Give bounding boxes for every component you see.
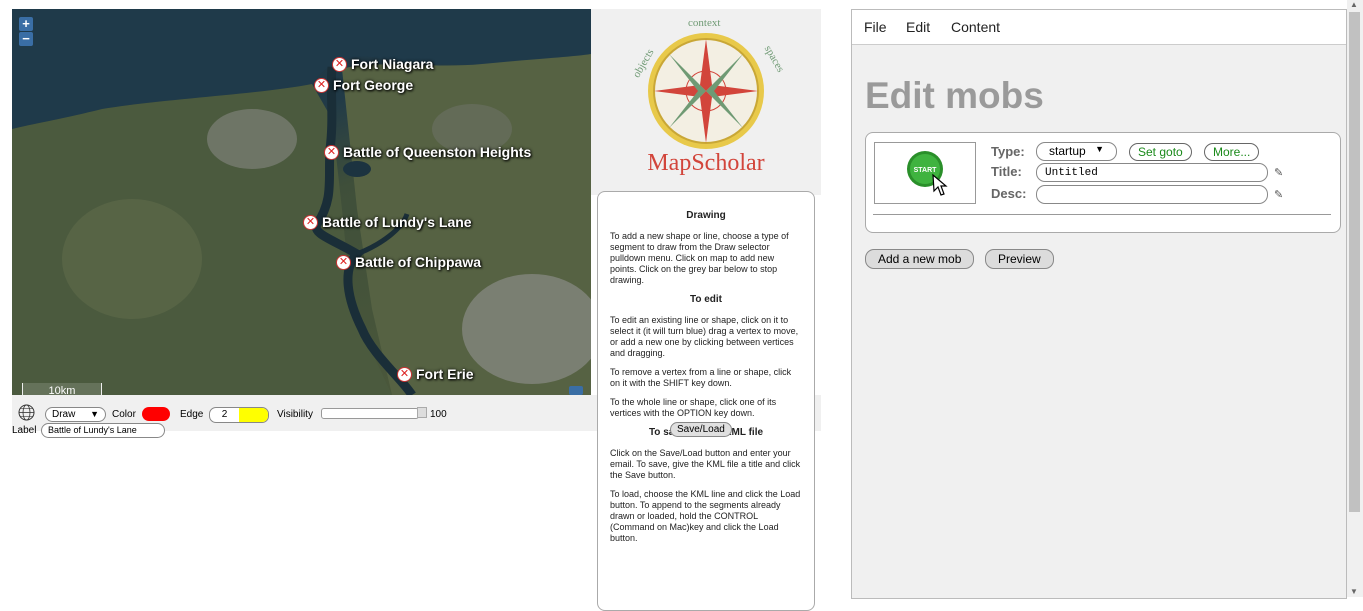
add-mob-button[interactable]: Add a new mob — [865, 249, 975, 269]
save-load-button[interactable]: Save/Load — [670, 422, 732, 437]
marker-label: Battle of Lundy's Lane — [322, 214, 472, 230]
marker-label: Fort Niagara — [351, 56, 434, 72]
zoom-out-button[interactable]: − — [19, 32, 33, 46]
scale-bar: 10km — [22, 383, 102, 395]
page-title: Edit mobs — [865, 75, 1044, 116]
more-button[interactable]: More... — [1204, 143, 1260, 161]
desc-label: Desc: — [991, 186, 1027, 201]
scroll-down-arrow-icon[interactable]: ▼ — [1350, 587, 1358, 596]
draw-select[interactable]: Draw ▼ — [45, 407, 106, 422]
visibility-value: 100 — [430, 409, 447, 420]
desc-edit-pencil-icon[interactable]: ✎ — [1274, 188, 1283, 201]
help-panel: Drawing To add a new shape or line, choo… — [597, 191, 815, 611]
draw-select-value: Draw — [52, 409, 76, 420]
label-label: Label — [12, 425, 37, 436]
marker-icon: ✕ — [397, 366, 412, 382]
visibility-slider[interactable] — [321, 408, 419, 419]
color-label: Color — [112, 409, 136, 420]
mob-thumbnail[interactable]: START — [874, 142, 976, 204]
title-edit-pencil-icon[interactable]: ✎ — [1274, 166, 1283, 179]
map-marker[interactable]: ✕ Battle of Lundy's Lane — [303, 214, 472, 230]
help-load-text: To load, choose the KML line and click t… — [610, 489, 801, 543]
edge-label: Edge — [180, 409, 204, 420]
map-view[interactable]: + − ✕ Fort Niagara ✕ Fort George ✕ Battl… — [12, 9, 591, 395]
help-drawing-text: To add a new shape or line, choose a typ… — [610, 231, 789, 285]
map-marker[interactable]: ✕ Fort George — [314, 77, 413, 93]
globe-icon[interactable] — [18, 404, 35, 421]
logo-word-top: context — [688, 17, 720, 29]
edge-color-swatch[interactable] — [239, 408, 268, 422]
marker-icon: ✕ — [324, 144, 339, 160]
menu-content[interactable]: Content — [951, 19, 1000, 35]
help-drawing-title: Drawing — [686, 210, 726, 221]
type-select[interactable]: startup ▼ — [1036, 142, 1117, 161]
color-swatch[interactable] — [142, 407, 170, 421]
app-name: MapScholar — [647, 150, 765, 176]
help-kml-text: Click on the Save/Load button and enter … — [610, 448, 801, 480]
map-marker[interactable]: ✕ Battle of Queenston Heights — [324, 144, 531, 160]
help-edit-text: To edit an existing line or shape, click… — [610, 315, 799, 358]
marker-icon: ✕ — [336, 254, 351, 270]
zoom-in-button[interactable]: + — [19, 17, 33, 31]
marker-icon: ✕ — [332, 56, 347, 72]
scrollbar-thumb[interactable] — [1349, 12, 1360, 512]
start-button-icon: START — [907, 151, 948, 196]
compass-logo-icon: context objects spaces — [631, 17, 787, 149]
preview-button[interactable]: Preview — [985, 249, 1054, 269]
scroll-up-arrow-icon[interactable]: ▲ — [1350, 0, 1358, 9]
type-select-value: startup — [1049, 144, 1086, 158]
help-edit-title: To edit — [689, 294, 723, 305]
desc-input[interactable] — [1036, 185, 1268, 204]
menu-file[interactable]: File — [864, 19, 887, 35]
set-goto-button[interactable]: Set goto — [1129, 143, 1192, 161]
help-remove-text: To remove a vertex from a line or shape,… — [610, 367, 792, 388]
marker-label: Fort George — [333, 77, 414, 93]
start-icon-text: START — [914, 167, 938, 174]
visibility-slider-handle[interactable] — [417, 407, 427, 418]
marker-icon: ✕ — [314, 77, 329, 93]
marker-icon: ✕ — [303, 214, 318, 230]
map-marker[interactable]: ✕ Fort Erie — [397, 366, 474, 382]
marker-label: Fort Erie — [416, 366, 474, 382]
marker-label: Battle of Queenston Heights — [343, 144, 532, 160]
map-marker[interactable]: ✕ Fort Niagara — [332, 56, 433, 72]
marker-label: Battle of Chippawa — [355, 254, 482, 270]
attribution-icon[interactable] — [569, 386, 583, 395]
label-input[interactable]: Battle of Lundy's Lane — [41, 423, 165, 438]
dropdown-arrow-icon: ▼ — [90, 409, 99, 419]
edge-input[interactable]: 2 — [209, 407, 269, 423]
visibility-label: Visibility — [277, 409, 313, 420]
menu-edit[interactable]: Edit — [906, 19, 930, 35]
edge-width-value: 2 — [221, 409, 228, 420]
title-label: Title: — [991, 164, 1022, 179]
map-marker[interactable]: ✕ Battle of Chippawa — [336, 254, 481, 270]
title-input[interactable] — [1036, 163, 1268, 182]
logo-word-right: spaces — [762, 44, 787, 75]
mob-divider — [873, 214, 1331, 215]
dropdown-arrow-icon: ▼ — [1095, 144, 1104, 154]
type-label: Type: — [991, 144, 1025, 159]
help-whole-text: To the whole line or shape, click one of… — [610, 397, 777, 418]
satellite-imagery — [12, 9, 591, 395]
